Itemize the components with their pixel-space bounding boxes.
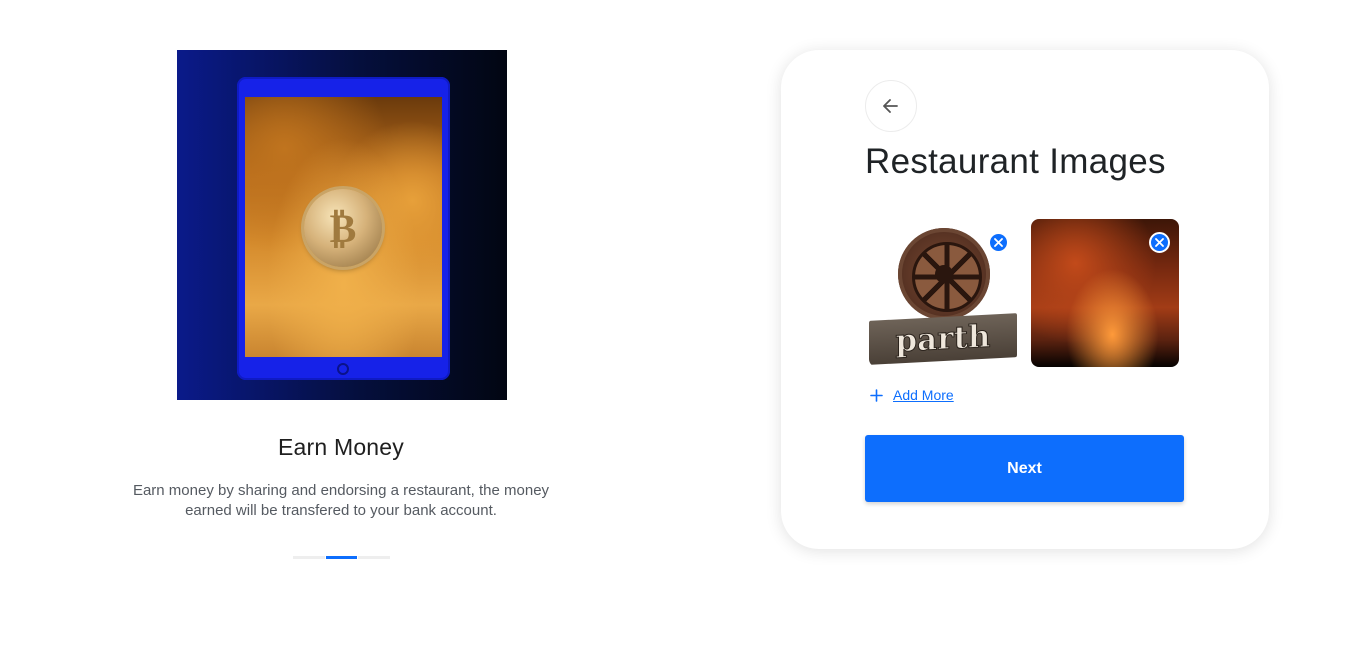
slide-dot[interactable]: [358, 556, 391, 559]
remove-image-button[interactable]: [988, 232, 1009, 253]
card-title: Restaurant Images: [865, 142, 1166, 181]
tablet-screen: ₿: [245, 97, 442, 357]
slide-dot-active[interactable]: [325, 556, 358, 559]
intro-description: Earn money by sharing and endorsing a re…: [132, 482, 550, 519]
close-icon: [1155, 238, 1164, 247]
logo-text: parth: [896, 319, 991, 360]
wheel-logo-icon: [898, 228, 990, 320]
plus-icon: [870, 388, 883, 402]
tablet-illustration: ₿: [237, 77, 450, 380]
bitcoin-icon: ₿: [304, 189, 382, 267]
add-more-label[interactable]: Add More: [893, 387, 954, 403]
slide-indicator: [293, 556, 391, 559]
arrow-left-icon: [883, 99, 898, 113]
restaurant-images-card: Restaurant Images parth Add More Next: [781, 50, 1269, 549]
next-button[interactable]: Next: [865, 435, 1184, 502]
add-more-link[interactable]: Add More: [869, 387, 954, 403]
hero-illustration: ₿: [177, 50, 507, 400]
close-icon: [994, 238, 1003, 247]
back-button[interactable]: [865, 80, 917, 132]
tablet-home-button: [337, 363, 349, 375]
logo-wordmark: parth: [869, 313, 1017, 365]
intro-title: Earn Money: [277, 434, 404, 460]
slide-dot[interactable]: [293, 556, 325, 559]
remove-image-button[interactable]: [1149, 232, 1170, 253]
bitcoin-glyph: ₿: [329, 204, 357, 252]
